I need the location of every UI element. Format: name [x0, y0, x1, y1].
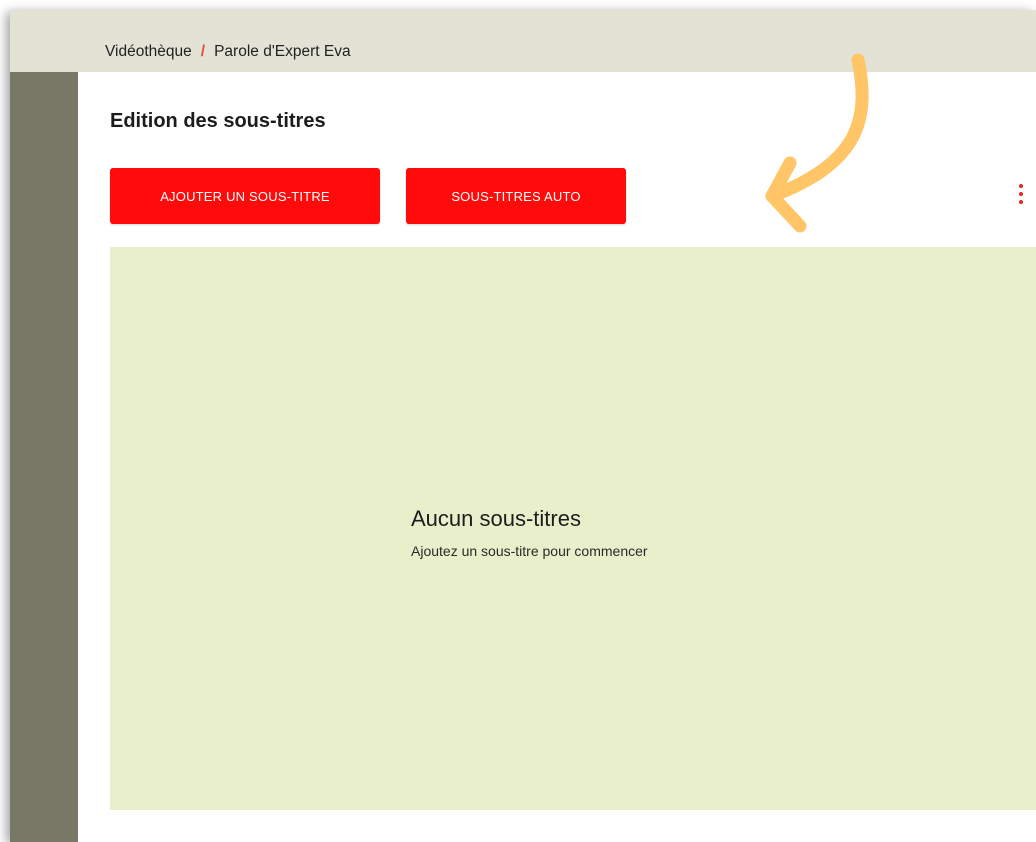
dialog-title: Edition des sous-titres	[110, 110, 326, 132]
subtitle-editor-dialog: Edition des sous-titres AJOUTER UN SOUS-…	[78, 72, 1036, 842]
more-vertical-icon[interactable]	[1014, 180, 1028, 212]
arrow-head-lower	[765, 189, 807, 233]
breadcrumb-root-link[interactable]: Vidéothèque	[105, 43, 192, 60]
empty-state-title: Aucun sous-titres	[411, 506, 581, 531]
menu-dot	[1019, 192, 1023, 196]
empty-state-subtitle: Ajoutez un sous-titre pour commencer	[411, 543, 648, 559]
add-subtitle-button[interactable]: AJOUTER UN SOUS-TITRE	[110, 168, 380, 224]
breadcrumb: Vidéothèque / Parole d'Expert Eva	[105, 43, 351, 61]
breadcrumb-current: Parole d'Expert Eva	[214, 43, 351, 60]
curved-arrow-icon	[765, 53, 869, 233]
menu-dot	[1019, 184, 1023, 188]
menu-dot	[1019, 200, 1023, 204]
auto-subtitles-button[interactable]: SOUS-TITRES AUTO	[406, 168, 626, 224]
breadcrumb-separator: /	[200, 43, 206, 60]
app-window: Vidéothèque / Parole d'Expert Eva Edition …	[10, 10, 1036, 842]
subtitle-list-empty-state: Aucun sous-titres Ajoutez un sous-titre …	[110, 247, 1036, 810]
